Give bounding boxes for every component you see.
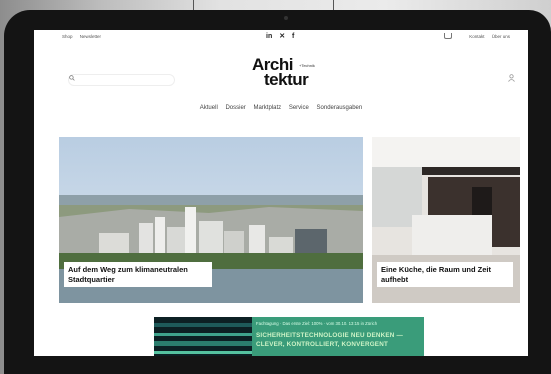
top-right-links: Kontakt Über uns xyxy=(463,34,510,39)
nav-item-marktplatz[interactable]: Marktplatz xyxy=(253,105,281,111)
logo-suffix: +Technik xyxy=(299,63,315,68)
facebook-icon[interactable]: f xyxy=(292,33,294,40)
cart-icon[interactable] xyxy=(444,33,452,39)
article-card-main[interactable]: Auf dem Weg zum klimaneutralen Stadtquar… xyxy=(59,137,363,303)
camera-dot xyxy=(284,16,288,20)
tablet-frame: Shop Newsletter in ✕ f Kontakt Über uns … xyxy=(4,10,551,374)
ad-banner-subtext: Fachtagung · Das erste Ziel: 100% · vom … xyxy=(256,321,378,326)
logo-line2: tektur xyxy=(264,70,309,89)
x-icon[interactable]: ✕ xyxy=(279,33,285,40)
article-headline[interactable]: Eine Küche, die Raum und Zeit aufhebt xyxy=(377,262,513,287)
nav-item-service[interactable]: Service xyxy=(289,105,309,111)
contact-link[interactable]: Kontakt xyxy=(469,34,484,39)
newsletter-link[interactable]: Newsletter xyxy=(80,34,101,39)
top-bar: Shop Newsletter in ✕ f Kontakt Über uns xyxy=(34,30,528,46)
ad-banner[interactable]: Fachtagung · Das erste Ziel: 100% · vom … xyxy=(154,317,424,356)
nav-item-aktuell[interactable]: Aktuell xyxy=(200,105,218,111)
ad-banner-headline: SICHERHEITSTECHNOLOGIE NEU DENKEN — CLEV… xyxy=(256,332,403,348)
ad-banner-image xyxy=(154,317,252,356)
linkedin-icon[interactable]: in xyxy=(266,33,272,40)
social-links: in ✕ f xyxy=(266,32,299,40)
search-input[interactable] xyxy=(68,74,175,86)
article-card-side[interactable]: Eine Küche, die Raum und Zeit aufhebt xyxy=(372,137,520,303)
user-icon[interactable] xyxy=(508,74,515,82)
article-headline[interactable]: Auf dem Weg zum klimaneutralen Stadtquar… xyxy=(64,262,212,287)
site-logo[interactable]: Archi tektur +Technik xyxy=(252,55,315,91)
shop-link[interactable]: Shop xyxy=(62,34,73,39)
nav-item-sonderausgaben[interactable]: Sonderausgaben xyxy=(317,105,363,111)
top-left-links: Shop Newsletter xyxy=(62,34,107,39)
main-nav: Aktuell Dossier Marktplatz Service Sonde… xyxy=(34,105,528,111)
website-screen: Shop Newsletter in ✕ f Kontakt Über uns … xyxy=(34,30,528,356)
search-icon[interactable] xyxy=(69,75,75,81)
nav-item-dossier[interactable]: Dossier xyxy=(225,105,245,111)
about-link[interactable]: Über uns xyxy=(492,34,510,39)
